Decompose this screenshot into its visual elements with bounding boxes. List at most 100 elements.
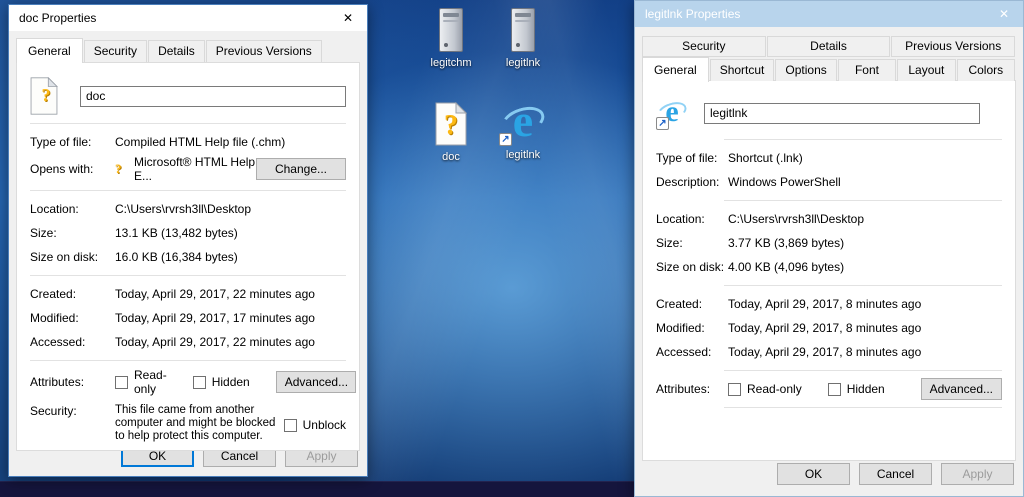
close-icon[interactable]: ✕	[985, 1, 1023, 27]
field-label: Size on disk:	[30, 250, 99, 264]
readonly-label: Read-only	[747, 382, 802, 396]
dialog-title: legitlnk Properties	[645, 7, 741, 21]
field-value: Windows PowerShell	[728, 175, 841, 189]
tab-details[interactable]: Details	[766, 36, 891, 57]
computer-icon	[499, 6, 547, 54]
legitlnk-properties-dialog: legitlnk Properties ✕ Security Details P…	[634, 0, 1024, 497]
field-label: Attributes:	[656, 382, 711, 396]
close-icon[interactable]: ✕	[329, 5, 367, 31]
desktop-icon-label: legitlnk	[505, 57, 541, 69]
doc-properties-dialog: doc Properties ✕ General Security Detail…	[8, 4, 368, 477]
field-label: Type of file:	[656, 151, 718, 165]
field-value: Today, April 29, 2017, 22 minutes ago	[115, 287, 315, 301]
field-label: Modified:	[30, 311, 79, 325]
chm-help-file-icon: ?	[427, 100, 475, 148]
field-label: Accessed:	[656, 345, 712, 359]
hidden-label: Hidden	[846, 382, 885, 396]
tab-font[interactable]: Font	[837, 59, 897, 81]
readonly-label: Read-only	[134, 368, 167, 396]
shortcut-arrow-icon: ↗	[656, 117, 669, 130]
tab-colors[interactable]: Colors	[956, 59, 1015, 81]
field-label: Modified:	[656, 321, 705, 335]
dialog-buttons: OK Cancel Apply	[777, 463, 1014, 485]
tab-previous-versions[interactable]: Previous Versions	[891, 36, 1016, 57]
separator	[724, 370, 1002, 371]
tab-details[interactable]: Details	[148, 40, 205, 62]
tab-general[interactable]: General	[16, 38, 83, 63]
field-label: Attributes:	[30, 375, 85, 389]
desktop-icon-label: legitchm	[430, 57, 472, 69]
desktop-icon-legitchm[interactable]: legitchm	[419, 6, 483, 70]
question-mark-icon: ?	[444, 110, 458, 141]
tab-general[interactable]: General	[642, 57, 709, 82]
desktop-icon-legitlnk-top[interactable]: legitlnk	[491, 6, 555, 70]
readonly-checkbox[interactable]	[728, 382, 741, 396]
field-label: Security:	[30, 404, 77, 418]
desktop-icon-label: legitlnk	[505, 149, 541, 161]
field-label: Size:	[656, 236, 683, 250]
titlebar[interactable]: doc Properties ✕	[9, 5, 367, 31]
tab-security[interactable]: Security	[83, 40, 148, 62]
filename-input[interactable]	[80, 85, 346, 107]
separator	[724, 200, 1002, 201]
field-value: Today, April 29, 2017, 8 minutes ago	[728, 345, 922, 359]
field-value: 13.1 KB (13,482 bytes)	[115, 226, 238, 240]
tab-shortcut[interactable]: Shortcut	[709, 59, 775, 81]
field-label: Type of file:	[30, 135, 92, 149]
separator	[724, 407, 1002, 408]
field-value: Today, April 29, 2017, 8 minutes ago	[728, 297, 922, 311]
tab-strip-front-row: General Shortcut Options Font Layout Col…	[642, 57, 1016, 82]
field-label: Accessed:	[30, 335, 86, 349]
question-mark-icon: ?	[41, 85, 51, 105]
field-label: Created:	[656, 297, 703, 311]
unblock-checkbox[interactable]	[283, 418, 297, 432]
titlebar[interactable]: legitlnk Properties ✕	[635, 1, 1023, 27]
powershell-shortcut-icon: e ↗	[655, 96, 689, 130]
apply-button[interactable]: Apply	[941, 463, 1014, 485]
field-value: Compiled HTML Help file (.chm)	[115, 135, 286, 149]
field-value: 4.00 KB (4,096 bytes)	[728, 260, 845, 274]
tab-previous-versions[interactable]: Previous Versions	[205, 40, 322, 62]
field-value: 3.77 KB (3,869 bytes)	[728, 236, 845, 250]
tab-layout[interactable]: Layout	[897, 59, 956, 81]
field-value: Today, April 29, 2017, 22 minutes ago	[115, 335, 315, 349]
desktop-icon-legitlnk-ie[interactable]: e ↗ legitlnk	[491, 96, 555, 162]
change-button[interactable]: Change...	[256, 158, 346, 180]
field-value: C:\Users\rvrsh3ll\Desktop	[115, 202, 252, 216]
internet-explorer-icon: e ↗	[498, 96, 548, 146]
general-tab-page: ? Type of file: Compiled HTML Help file …	[16, 62, 360, 451]
cancel-button[interactable]: Cancel	[859, 463, 932, 485]
tab-security[interactable]: Security	[642, 36, 766, 57]
field-value: Shortcut (.lnk)	[728, 151, 803, 165]
separator	[724, 139, 1002, 140]
field-label: Size on disk:	[656, 260, 725, 274]
tab-strip: General Security Details Previous Versio…	[16, 38, 360, 63]
advanced-button[interactable]: Advanced...	[920, 378, 1002, 400]
field-label: Location:	[30, 202, 79, 216]
hidden-checkbox[interactable]	[827, 382, 841, 396]
ok-button[interactable]: OK	[777, 463, 850, 485]
security-warning-text: This file came from another computer and…	[115, 404, 276, 442]
desktop-icon-doc[interactable]: ? doc	[419, 100, 483, 164]
hidden-checkbox[interactable]	[192, 375, 206, 389]
separator	[30, 360, 346, 361]
field-label: Description:	[656, 175, 720, 189]
advanced-button[interactable]: Advanced...	[275, 371, 356, 393]
shortcut-arrow-icon: ↗	[499, 133, 512, 146]
tab-options[interactable]: Options	[775, 59, 837, 81]
desktop-icon-label: doc	[442, 151, 460, 163]
unblock-label: Unblock	[302, 418, 346, 432]
filename-input[interactable]	[704, 102, 980, 124]
readonly-checkbox[interactable]	[115, 375, 128, 389]
field-value: Today, April 29, 2017, 17 minutes ago	[115, 311, 315, 325]
computer-icon	[427, 6, 475, 54]
field-label: Size:	[30, 226, 57, 240]
separator	[30, 190, 346, 191]
html-help-app-icon: ?	[115, 161, 122, 176]
field-value: 16.0 KB (16,384 bytes)	[115, 250, 238, 264]
field-label: Created:	[30, 287, 77, 301]
separator	[724, 285, 1002, 286]
field-label: Location:	[656, 212, 705, 226]
field-value: C:\Users\rvrsh3ll\Desktop	[728, 212, 865, 226]
separator	[30, 123, 346, 124]
